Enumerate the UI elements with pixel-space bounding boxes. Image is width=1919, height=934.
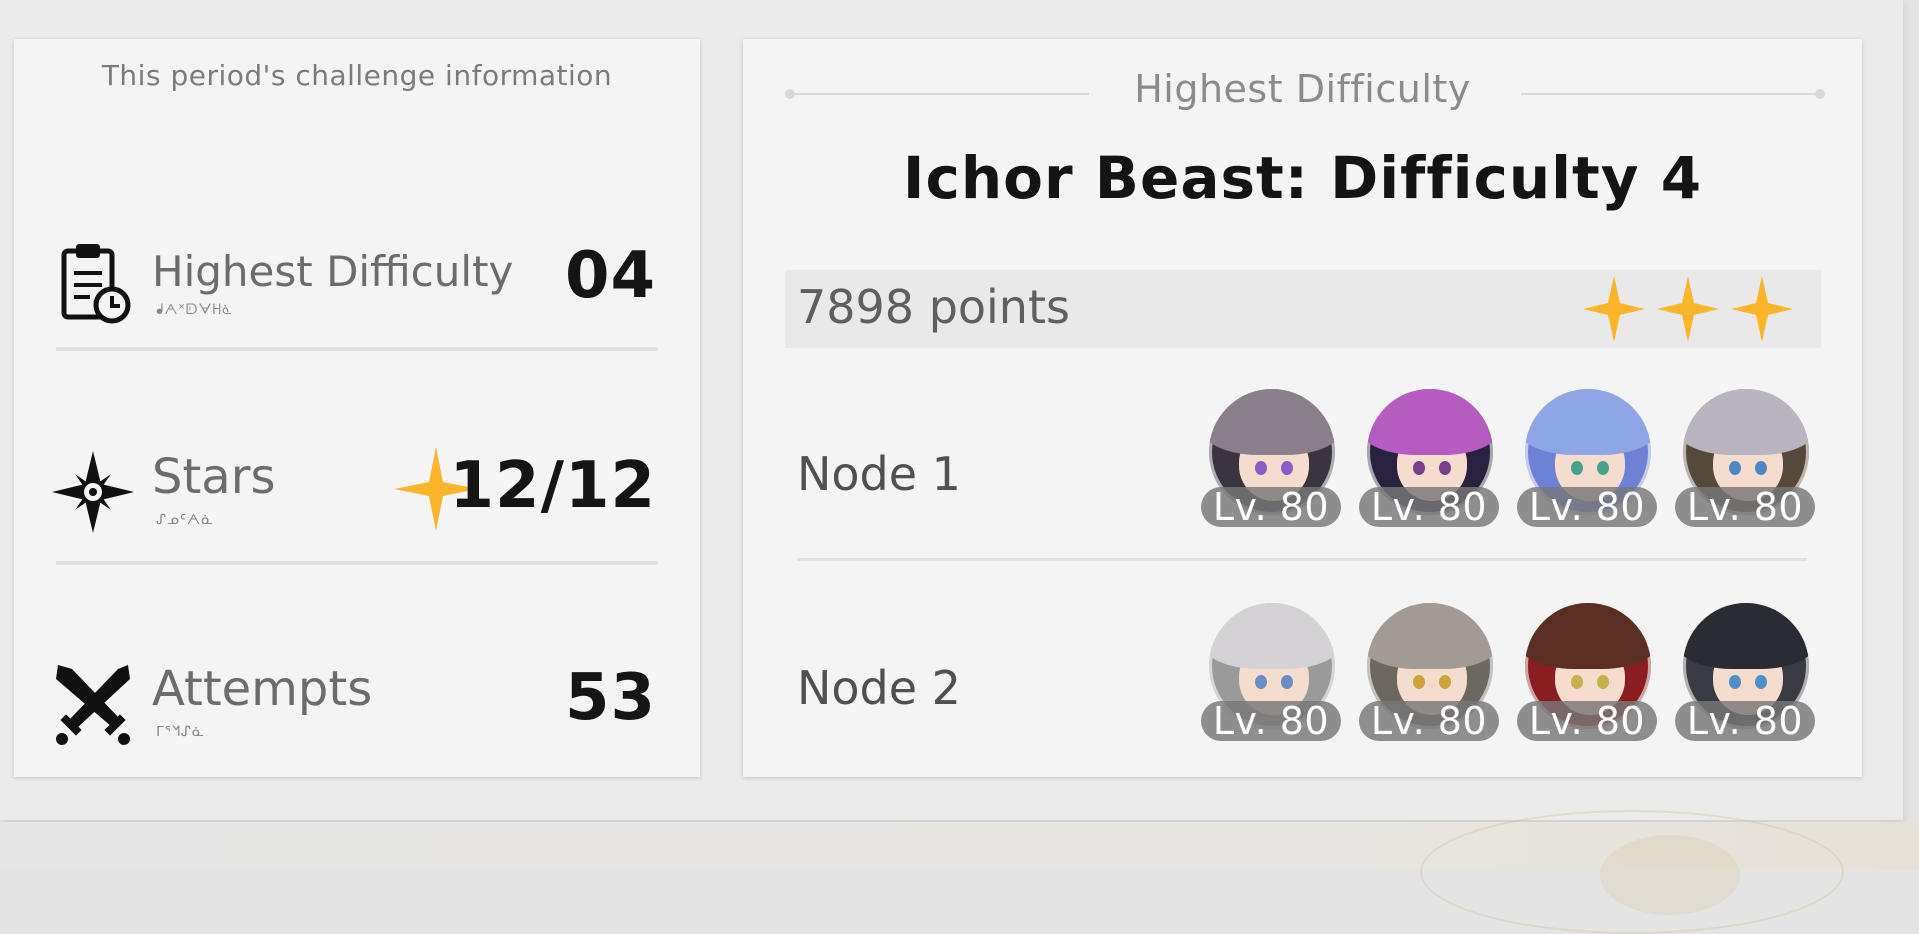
character-avatar[interactable]: Lv. 80 <box>1359 389 1499 549</box>
portrait-eye <box>1571 675 1583 689</box>
portrait-eye <box>1255 461 1267 475</box>
node-divider <box>797 558 1807 561</box>
character-level-badge: Lv. 80 <box>1201 701 1341 741</box>
portrait-eye <box>1413 675 1425 689</box>
portrait-eye <box>1597 461 1609 475</box>
character-level-badge: Lv. 80 <box>1517 701 1657 741</box>
stat-label-attempts: Attempts <box>152 661 373 717</box>
node-team: Lv. 80 Lv. 80 Lv. 80 Lv. 80 <box>1201 603 1821 793</box>
star-icon <box>1731 276 1793 342</box>
header-line-right <box>1521 93 1821 95</box>
character-avatar[interactable]: Lv. 80 <box>1201 389 1341 549</box>
challenge-info-card: This period's challenge information High… <box>14 39 700 777</box>
portrait-eye <box>1729 461 1741 475</box>
character-level-badge: Lv. 80 <box>1359 701 1499 741</box>
character-avatar[interactable]: Lv. 80 <box>1201 603 1341 763</box>
stat-value-attempts: 53 <box>564 661 656 735</box>
character-avatar[interactable]: Lv. 80 <box>1517 603 1657 763</box>
portrait-hair <box>1209 389 1335 455</box>
portrait-hair <box>1683 389 1809 455</box>
stat-value-stars: 12/12 <box>449 449 656 523</box>
portrait-eye <box>1281 675 1293 689</box>
stat-row-attempts: Attempts ᒥᕐᖿᔑᓈ 53 <box>14 639 700 769</box>
highest-difficulty-card: Highest Difficulty Ichor Beast: Difficul… <box>743 39 1862 777</box>
section-header: Highest Difficulty <box>1134 67 1471 111</box>
portrait-eye <box>1571 461 1583 475</box>
portrait-eye <box>1755 675 1767 689</box>
character-level-badge: Lv. 80 <box>1201 487 1341 527</box>
clipboard-clock-icon <box>61 244 131 324</box>
node-label: Node 2 <box>797 661 961 715</box>
node-team: Lv. 80 Lv. 80 Lv. 80 Lv. 80 <box>1201 389 1821 579</box>
portrait-hair <box>1209 603 1335 669</box>
character-avatar[interactable]: Lv. 80 <box>1675 389 1815 549</box>
difficulty-title: Ichor Beast: Difficulty 4 <box>902 144 1703 212</box>
portrait-eye <box>1729 675 1741 689</box>
portrait-hair <box>1683 603 1809 669</box>
portrait-hair <box>1367 603 1493 669</box>
character-avatar[interactable]: Lv. 80 <box>1517 389 1657 549</box>
portrait-eye <box>1439 461 1451 475</box>
star-icon <box>1583 276 1645 342</box>
stat-row-stars: Stars ᔑᓄᑦᗅᓈ 12/12 <box>14 427 700 557</box>
stat-label-stars: Stars <box>152 449 276 505</box>
portrait-hair <box>1525 603 1651 669</box>
score-points: 7898 points <box>797 280 1070 334</box>
portrait-eye <box>1755 461 1767 475</box>
header-line-cap <box>1815 89 1825 99</box>
stat-divider <box>56 347 658 351</box>
portrait-eye <box>1413 461 1425 475</box>
node-row-1: Node 1 Lv. 80 Lv. 80 Lv. 80 Lv. 80 <box>743 389 1862 579</box>
portrait-hair <box>1367 389 1493 455</box>
portrait-eye <box>1597 675 1609 689</box>
portrait-hair <box>1525 389 1651 455</box>
stat-row-highest-difficulty: Highest Difficulty ᖱᗅᕽᗟᗄᕼᓈ 04 <box>14 217 700 347</box>
stat-sublabel-highest-difficulty: ᖱᗅᕽᗟᗄᕼᓈ <box>156 302 233 318</box>
star-icon <box>1657 276 1719 342</box>
stat-label-highest-difficulty: Highest Difficulty <box>152 247 514 296</box>
character-level-badge: Lv. 80 <box>1517 487 1657 527</box>
character-level-badge: Lv. 80 <box>1359 487 1499 527</box>
character-avatar[interactable]: Lv. 80 <box>1359 603 1499 763</box>
character-level-badge: Lv. 80 <box>1675 487 1815 527</box>
node-row-2: Node 2 Lv. 80 Lv. 80 Lv. 80 Lv. 80 <box>743 603 1862 793</box>
portrait-eye <box>1281 461 1293 475</box>
background-ornament-fill <box>1600 835 1740 915</box>
score-band: 7898 points <box>785 270 1821 348</box>
portrait-eye <box>1255 675 1267 689</box>
character-level-badge: Lv. 80 <box>1675 701 1815 741</box>
portrait-eye <box>1439 675 1451 689</box>
score-stars <box>1581 274 1795 344</box>
stat-sublabel-stars: ᔑᓄᑦᗅᓈ <box>156 512 215 528</box>
stat-value-highest-difficulty: 04 <box>564 239 656 313</box>
crossed-swords-icon <box>56 665 130 745</box>
compass-star-icon <box>52 451 134 533</box>
challenge-info-title: This period's challenge information <box>101 59 613 92</box>
stat-sublabel-attempts: ᒥᕐᖿᔑᓈ <box>156 724 205 740</box>
stat-divider <box>56 561 658 565</box>
node-label: Node 1 <box>797 447 961 501</box>
character-avatar[interactable]: Lv. 80 <box>1675 603 1815 763</box>
